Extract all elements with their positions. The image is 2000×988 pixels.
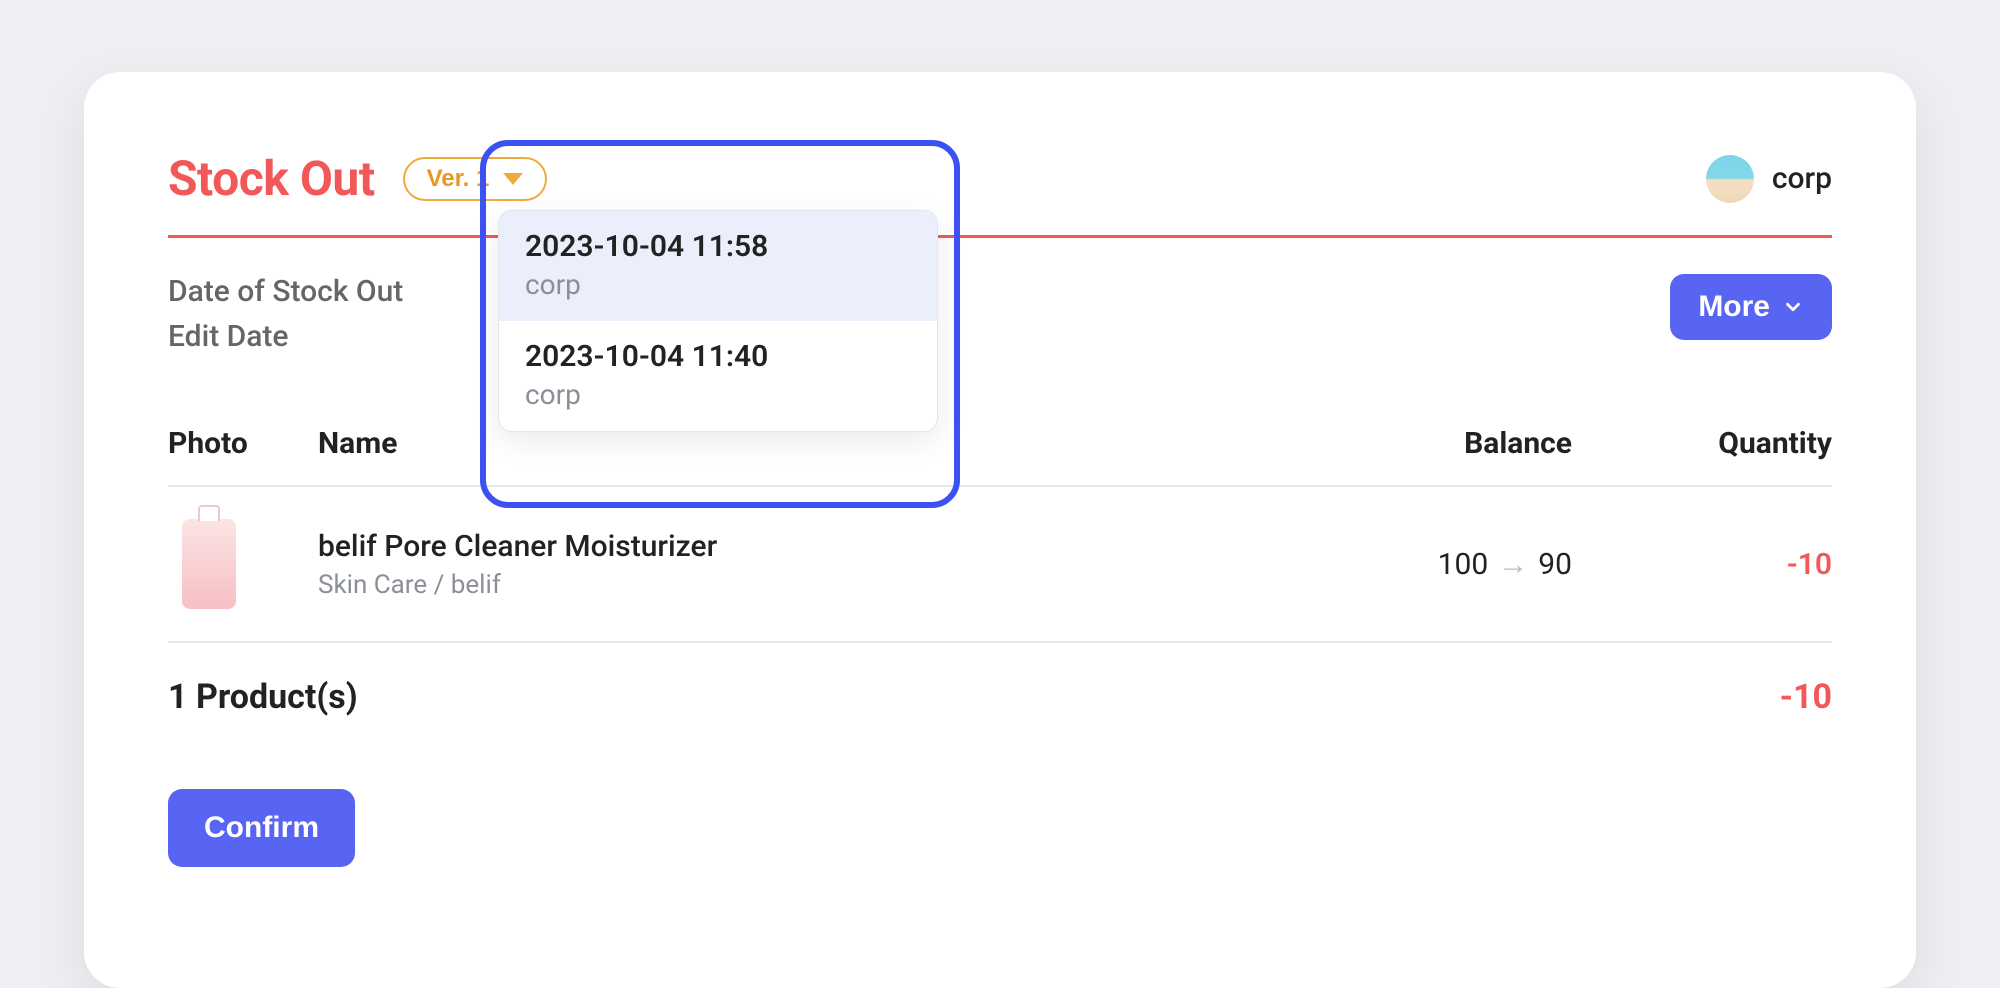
col-balance: Balance [1312,426,1572,461]
version-label: Ver. 1 [427,165,490,193]
balance-to: 90 [1538,547,1572,582]
version-dropdown: 2023-10-04 11:58 corp 2023-10-04 11:40 c… [498,210,938,432]
product-photo [182,519,236,609]
product-photo-cell [168,519,318,609]
quantity-cell: -10 [1572,547,1832,582]
product-name: belif Pore Cleaner Moisturizer [318,529,1312,564]
totals-quantity: -10 [1572,677,1832,717]
more-button-label: More [1698,290,1770,324]
arrow-right-icon: → [1498,547,1528,582]
col-quantity: Quantity [1572,426,1832,461]
caret-down-icon [503,173,523,185]
page-title: Stock Out [168,150,375,207]
user-block: corp [1706,155,1832,203]
product-category: Skin Care / belif [318,570,1312,600]
totals-label: 1 Product(s) [168,677,1312,717]
col-photo: Photo [168,426,318,461]
version-selector[interactable]: Ver. 1 [403,157,548,201]
table-header: Photo Name Balance Quantity [168,426,1832,487]
version-option-time: 2023-10-04 11:40 [525,339,911,374]
edit-date-label: Edit Date [168,319,403,354]
version-option[interactable]: 2023-10-04 11:58 corp [499,211,937,321]
table-row: belif Pore Cleaner Moisturizer Skin Care… [168,487,1832,643]
username: corp [1772,161,1832,196]
divider [168,235,1832,238]
product-name-cell: belif Pore Cleaner Moisturizer Skin Care… [318,529,1312,600]
chevron-down-icon [1782,296,1804,318]
version-option-user: corp [525,378,911,411]
confirm-button[interactable]: Confirm [168,789,355,867]
balance-cell: 100 → 90 [1312,547,1572,582]
version-option[interactable]: 2023-10-04 11:40 corp [499,321,937,431]
version-option-time: 2023-10-04 11:58 [525,229,911,264]
stock-out-card: Stock Out Ver. 1 corp Date of Stock Out … [84,72,1916,988]
avatar [1706,155,1754,203]
balance-from: 100 [1438,547,1489,582]
date-of-stock-out-label: Date of Stock Out [168,274,403,309]
header-row: Stock Out Ver. 1 corp [168,150,1832,207]
version-option-user: corp [525,268,911,301]
meta-labels: Date of Stock Out Edit Date [168,274,403,354]
meta-block: Date of Stock Out Edit Date More [168,274,1832,354]
more-button[interactable]: More [1670,274,1832,340]
totals-row: 1 Product(s) -10 [168,643,1832,717]
